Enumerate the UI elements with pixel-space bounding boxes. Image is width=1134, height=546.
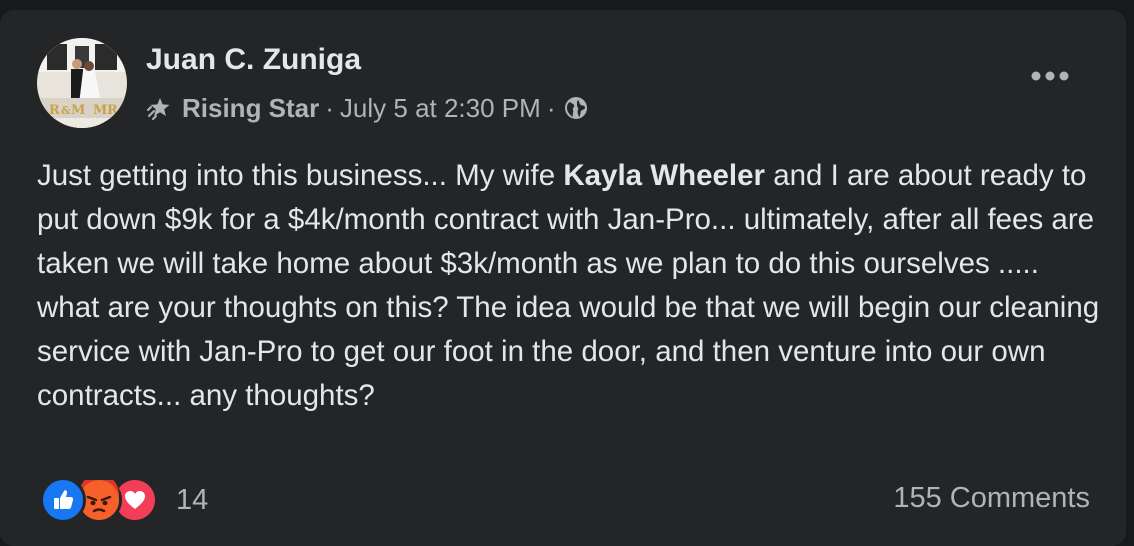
svg-text:&: & (61, 104, 71, 117)
svg-text:M: M (71, 103, 85, 118)
like-icon (40, 477, 86, 523)
post-meta: Rising Star · July 5 at 2:30 PM · (146, 90, 589, 126)
mention-link[interactable]: Kayla Wheeler (563, 159, 765, 192)
rising-star-icon (146, 94, 174, 122)
post-card: R & M M R Juan C. Zuniga Rising Star · J… (0, 10, 1126, 546)
post-body: Just getting into this business... My wi… (37, 154, 1107, 418)
reaction-count[interactable]: 14 (176, 484, 208, 517)
svg-text:R: R (107, 103, 118, 118)
globe-icon[interactable] (563, 95, 589, 121)
author-avatar[interactable]: R & M M R (37, 38, 127, 128)
author-name[interactable]: Juan C. Zuniga (146, 43, 361, 77)
post-timestamp[interactable]: July 5 at 2:30 PM (340, 93, 541, 124)
post-text-part2: and I are about ready to put down $9k fo… (37, 159, 1100, 412)
more-options-button[interactable] (1020, 58, 1080, 98)
svg-text:M: M (93, 103, 107, 118)
meta-separator: · (325, 92, 334, 123)
reactions-summary[interactable]: 14 (40, 477, 208, 523)
member-badge[interactable]: Rising Star (182, 93, 319, 124)
avatar-photo: R & M M R (37, 38, 127, 128)
meta-separator: · (546, 92, 556, 123)
post-text-part1: Just getting into this business... My wi… (37, 159, 564, 192)
svg-text:R: R (49, 103, 60, 118)
more-horizontal-icon (1030, 69, 1070, 87)
comments-count-link[interactable]: 155 Comments (893, 482, 1090, 515)
